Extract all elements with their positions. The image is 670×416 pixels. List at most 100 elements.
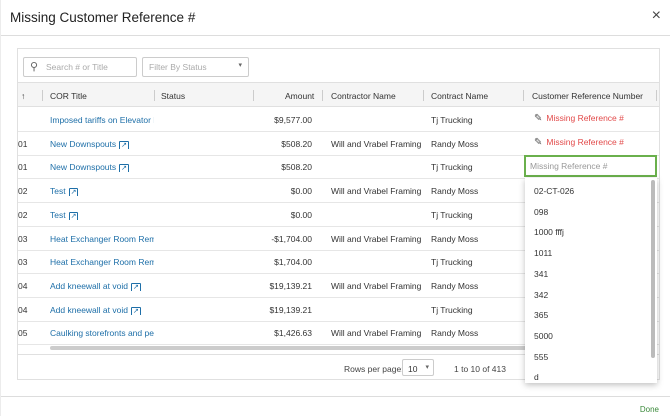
table-header: ↑ COR Title Status Amount Contractor Nam… [18, 82, 659, 107]
done-button[interactable]: Done [640, 405, 659, 414]
dropdown-option[interactable]: 341 [534, 269, 548, 279]
cor-title-link[interactable]: Test ↗ [50, 186, 154, 197]
column-header-contractor[interactable]: Contractor Name [331, 91, 396, 101]
table-row: Imposed tariffs on Elevator MPlaceholder… [18, 108, 659, 132]
row-id: 04 [18, 304, 28, 315]
amount-cell: $0.00 [290, 186, 312, 197]
contractor-cell: Will and Vrabel Framing [331, 233, 422, 244]
pencil-icon: ✎ [534, 113, 543, 124]
contractor-cell: Will and Vrabel Framing [331, 138, 422, 149]
dropdown-option[interactable]: 5000 [534, 331, 553, 341]
amount-cell: $9,577.00 [274, 115, 312, 125]
cor-title-text: Test [50, 186, 66, 197]
status-filter-placeholder: Filter By Status [149, 62, 207, 72]
column-separator [423, 90, 424, 101]
column-separator [656, 90, 657, 101]
missing-reference-text: Missing Reference # [546, 113, 624, 123]
amount-cell: $1,426.63 [274, 328, 312, 339]
column-header-ref[interactable]: Customer Reference Number [532, 91, 643, 101]
dropdown-option[interactable]: 365 [534, 310, 548, 320]
cor-title-text: Test [50, 209, 66, 220]
cor-title-link[interactable]: Imposed tariffs on Elevator M [50, 115, 154, 125]
reference-edit-field[interactable] [524, 155, 657, 177]
rows-per-page-label: Rows per page: [344, 364, 404, 374]
dropdown-option[interactable]: 555 [534, 352, 548, 362]
chevron-down-icon: ▾ [425, 364, 429, 371]
chevron-down-icon: ▾ [238, 62, 242, 69]
cor-title-link[interactable]: New Downspouts ↗ [50, 139, 154, 149]
cor-title-link[interactable]: Heat Exchanger Room Remov [50, 257, 154, 267]
external-link-icon[interactable]: ↗ [119, 140, 130, 149]
cor-title-link[interactable]: Caulking storefronts and perfo [50, 328, 154, 338]
amount-cell: $1,704.00 [274, 257, 312, 268]
cor-title-text: Add kneewall at void [50, 304, 128, 315]
row-id: 03 [18, 257, 28, 268]
search-input[interactable] [46, 60, 134, 74]
contract-cell: Randy Moss [431, 138, 479, 149]
pagination-range: 1 to 10 of 413 [454, 364, 506, 374]
dropdown-option[interactable]: 1000 fffj [534, 227, 564, 237]
contract-cell: Tj Trucking [431, 115, 473, 125]
external-link-icon[interactable]: ↗ [119, 164, 130, 173]
contract-cell: Randy Moss [431, 328, 479, 339]
missing-reference-dialog: Missing Customer Reference # × ⚲ Filter … [1, 0, 670, 416]
pencil-icon: ✎ [534, 136, 543, 148]
dropdown-option[interactable]: 1011 [534, 248, 552, 258]
contract-cell: Tj Trucking [431, 209, 473, 220]
cor-title-text: New Downspouts [50, 162, 117, 173]
row-id: 01 [18, 138, 28, 149]
row-id: 05 [18, 328, 28, 339]
header-divider [1, 35, 670, 36]
table-row: 01New Downspouts↗PlaceholderROM$508.20Wi… [18, 132, 659, 156]
cor-title-text: Heat Exchanger Room Remov [50, 233, 154, 244]
dropdown-scrollbar[interactable] [651, 180, 655, 358]
amount-cell: $19,139.21 [269, 304, 312, 315]
cor-title-text: Caulking storefronts and perfo [50, 328, 154, 339]
missing-reference-action[interactable]: ✎ Missing Reference # [534, 137, 624, 148]
column-separator [154, 90, 155, 101]
column-header-status[interactable]: Status [161, 91, 185, 101]
footer-divider [1, 396, 670, 397]
column-separator [523, 90, 524, 101]
cor-title-link[interactable]: Test ↗ [50, 210, 154, 220]
contract-cell: Tj Trucking [431, 304, 473, 315]
cor-title-link[interactable]: Add kneewall at void ↗ [50, 281, 154, 291]
cor-title-link[interactable]: New Downspouts ↗ [50, 162, 154, 173]
rows-per-page-select[interactable]: 10 ▾ [402, 359, 434, 376]
row-id: 01 [18, 162, 28, 173]
reference-input[interactable] [530, 160, 650, 172]
column-separator [42, 90, 43, 101]
dropdown-option[interactable]: d [534, 372, 539, 382]
cor-title-link[interactable]: Heat Exchanger Room Remov [50, 234, 154, 244]
contract-cell: Tj Trucking [431, 257, 473, 268]
column-header-title[interactable]: COR Title [50, 91, 87, 101]
close-icon[interactable]: × [652, 8, 661, 24]
row-id: 04 [18, 280, 28, 291]
cor-title-text: New Downspouts [50, 138, 117, 149]
contractor-cell: Will and Vrabel Framing [331, 280, 422, 291]
contract-cell: Randy Moss [431, 233, 479, 244]
dropdown-option[interactable]: 02-CT-026 [534, 186, 574, 196]
search-icon: ⚲ [30, 61, 39, 73]
dialog-title: Missing Customer Reference # [10, 10, 196, 25]
status-filter-select[interactable]: Filter By Status ▾ [142, 57, 249, 77]
column-header-amount[interactable]: Amount [285, 91, 314, 101]
reference-options-dropdown: 02-CT-026 098 1000 fffj 1011 341 342 365 5000 55… [525, 178, 657, 383]
amount-cell: $508.20 [281, 162, 312, 173]
row-id: 02 [18, 209, 28, 220]
cor-title-link[interactable]: Add kneewall at void ↗ [50, 305, 154, 315]
search-box[interactable]: ⚲ [23, 57, 137, 77]
contractor-cell: Will and Vrabel Framing [331, 328, 422, 339]
column-header-contract[interactable]: Contract Name [431, 91, 488, 101]
amount-cell: $19,139.21 [269, 280, 312, 291]
sort-arrow-icon[interactable]: ↑ [21, 91, 25, 101]
dropdown-option[interactable]: 098 [534, 207, 548, 217]
missing-reference-action[interactable]: ✎ Missing Reference # [534, 113, 624, 124]
external-link-icon[interactable]: ↗ [68, 211, 79, 220]
external-link-icon[interactable]: ↗ [130, 306, 141, 315]
external-link-icon[interactable]: ↗ [130, 282, 141, 291]
external-link-icon[interactable]: ↗ [68, 188, 79, 197]
dropdown-option[interactable]: 342 [534, 290, 548, 300]
cor-title-text: Heat Exchanger Room Remov [50, 257, 154, 268]
amount-cell: $0.00 [290, 209, 312, 220]
